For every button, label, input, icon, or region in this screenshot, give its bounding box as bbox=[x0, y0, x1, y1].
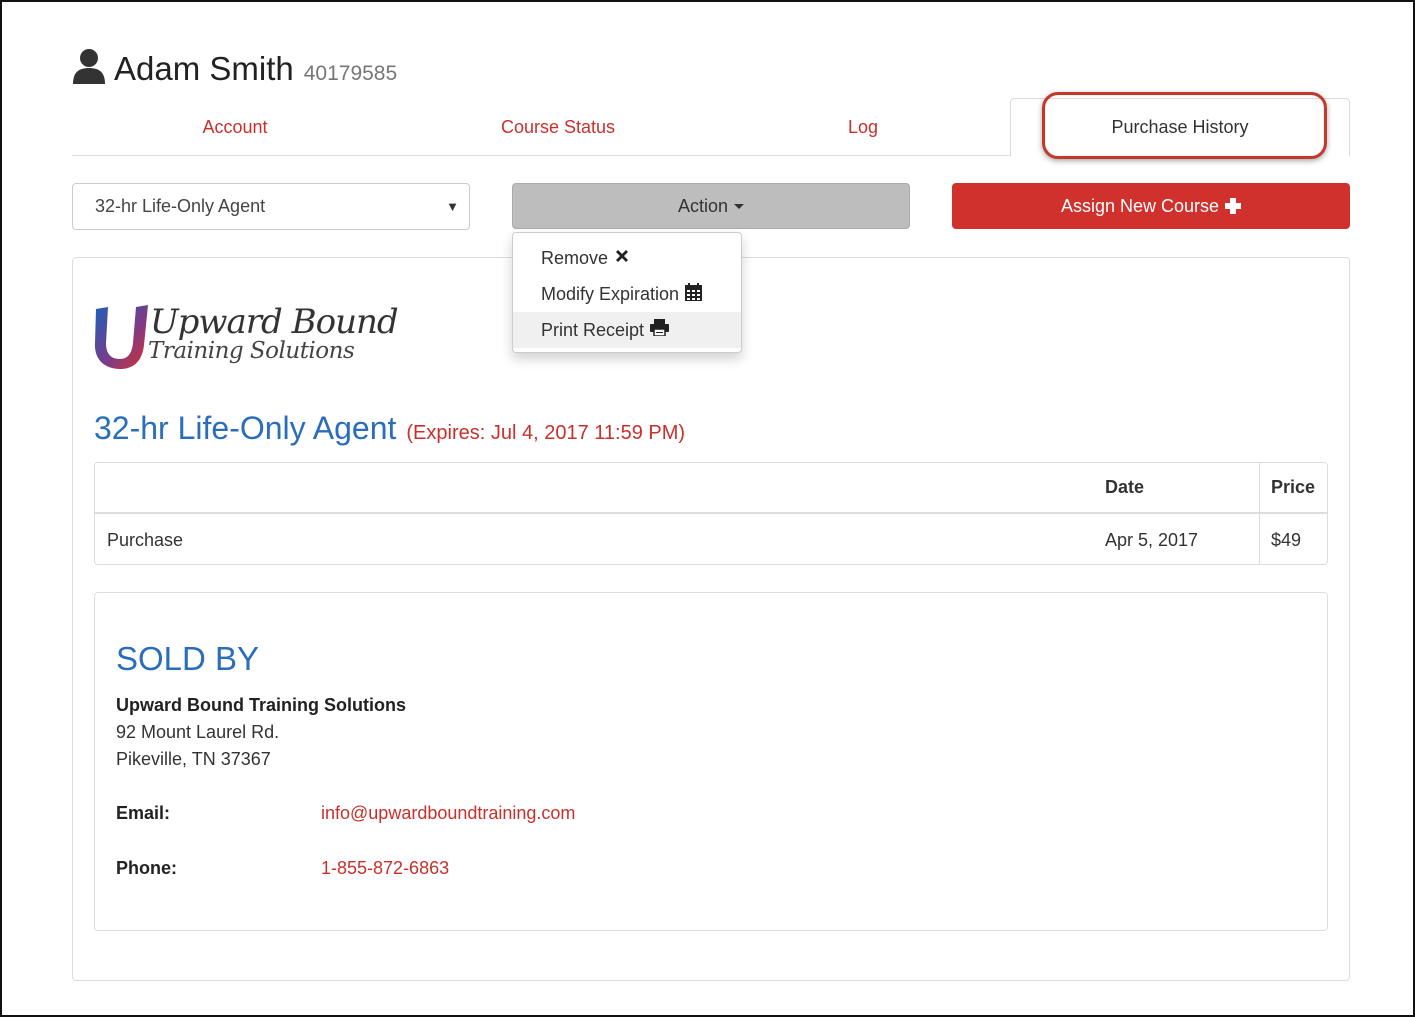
phone-link[interactable]: 1-855-872-6863 bbox=[321, 858, 449, 879]
tab-purchase-history[interactable]: Purchase History bbox=[1010, 98, 1350, 157]
action-dropdown-menu: Remove Modify Expiration Print Receipt bbox=[512, 232, 742, 353]
user-silhouette-icon bbox=[72, 48, 106, 84]
company-address-line2: Pikeville, TN 37367 bbox=[116, 749, 271, 769]
course-name: 32-hr Life-Only Agent bbox=[94, 410, 397, 446]
calendar-icon bbox=[685, 282, 703, 306]
menu-item-label: Remove bbox=[541, 247, 609, 268]
table-header-row: Date Price bbox=[95, 463, 1327, 514]
user-id: 40179585 bbox=[303, 62, 398, 85]
table-cell-date: Apr 5, 2017 bbox=[1105, 530, 1199, 550]
course-title: 32-hr Life-Only Agent (Expires: Jul 4, 2… bbox=[94, 410, 685, 447]
menu-item-modify-expiration[interactable]: Modify Expiration bbox=[513, 276, 741, 312]
tab-log[interactable]: Log bbox=[718, 98, 1008, 156]
tab-bar: Account Course Status Log Purchase Histo… bbox=[72, 98, 1350, 157]
menu-item-label: Modify Expiration bbox=[541, 283, 680, 304]
menu-item-remove[interactable]: Remove bbox=[513, 240, 741, 276]
assign-new-course-button[interactable]: Assign New Course bbox=[952, 183, 1350, 229]
tab-course-status[interactable]: Course Status bbox=[398, 98, 718, 156]
user-name: Adam Smith bbox=[114, 50, 294, 87]
table-cell-item: Purchase bbox=[107, 530, 184, 550]
upward-bound-logo-icon bbox=[94, 305, 148, 369]
caret-down-icon bbox=[734, 203, 745, 209]
email-link[interactable]: info@upwardboundtraining.com bbox=[321, 803, 575, 824]
table-column-divider bbox=[1259, 463, 1260, 564]
course-select-value: 32-hr Life-Only Agent bbox=[95, 196, 266, 216]
menu-item-print-receipt[interactable]: Print Receipt bbox=[513, 312, 741, 348]
table-row: Purchase Apr 5, 2017 $49 bbox=[95, 516, 1327, 565]
sold-by-title: SOLD BY bbox=[116, 640, 260, 677]
table-header-date: Date bbox=[1105, 477, 1145, 497]
purchase-table: Date Price Purchase Apr 5, 2017 $49 bbox=[94, 462, 1328, 565]
action-button-label: Action bbox=[677, 195, 729, 216]
email-label: Email: bbox=[116, 803, 171, 823]
table-cell-price: $49 bbox=[1271, 530, 1302, 550]
user-header: Adam Smith 40179585 bbox=[72, 44, 397, 88]
company-address-line1: 92 Mount Laurel Rd. bbox=[116, 722, 280, 742]
print-icon bbox=[650, 319, 670, 341]
logo-text-line1: Upward Bound bbox=[150, 302, 399, 342]
assign-button-label: Assign New Course bbox=[1060, 195, 1220, 216]
window-frame: Adam Smith 40179585 Account Course Statu… bbox=[0, 0, 1415, 1017]
course-select[interactable]: 32-hr Life-Only Agent ▼ bbox=[72, 183, 470, 230]
table-header-price: Price bbox=[1271, 477, 1316, 497]
tab-account[interactable]: Account bbox=[72, 98, 398, 156]
logo-text-line2: Training Solutions bbox=[148, 338, 355, 364]
sold-by-card bbox=[94, 592, 1328, 931]
menu-item-label: Print Receipt bbox=[541, 319, 645, 340]
times-icon bbox=[614, 248, 630, 269]
phone-label: Phone: bbox=[116, 858, 177, 878]
select-caret-icon: ▼ bbox=[446, 199, 459, 214]
plus-icon bbox=[1225, 198, 1242, 214]
action-button[interactable]: Action bbox=[512, 183, 910, 229]
company-name: Upward Bound Training Solutions bbox=[116, 695, 406, 715]
course-expiration: (Expires: Jul 4, 2017 11:59 PM) bbox=[406, 422, 686, 444]
